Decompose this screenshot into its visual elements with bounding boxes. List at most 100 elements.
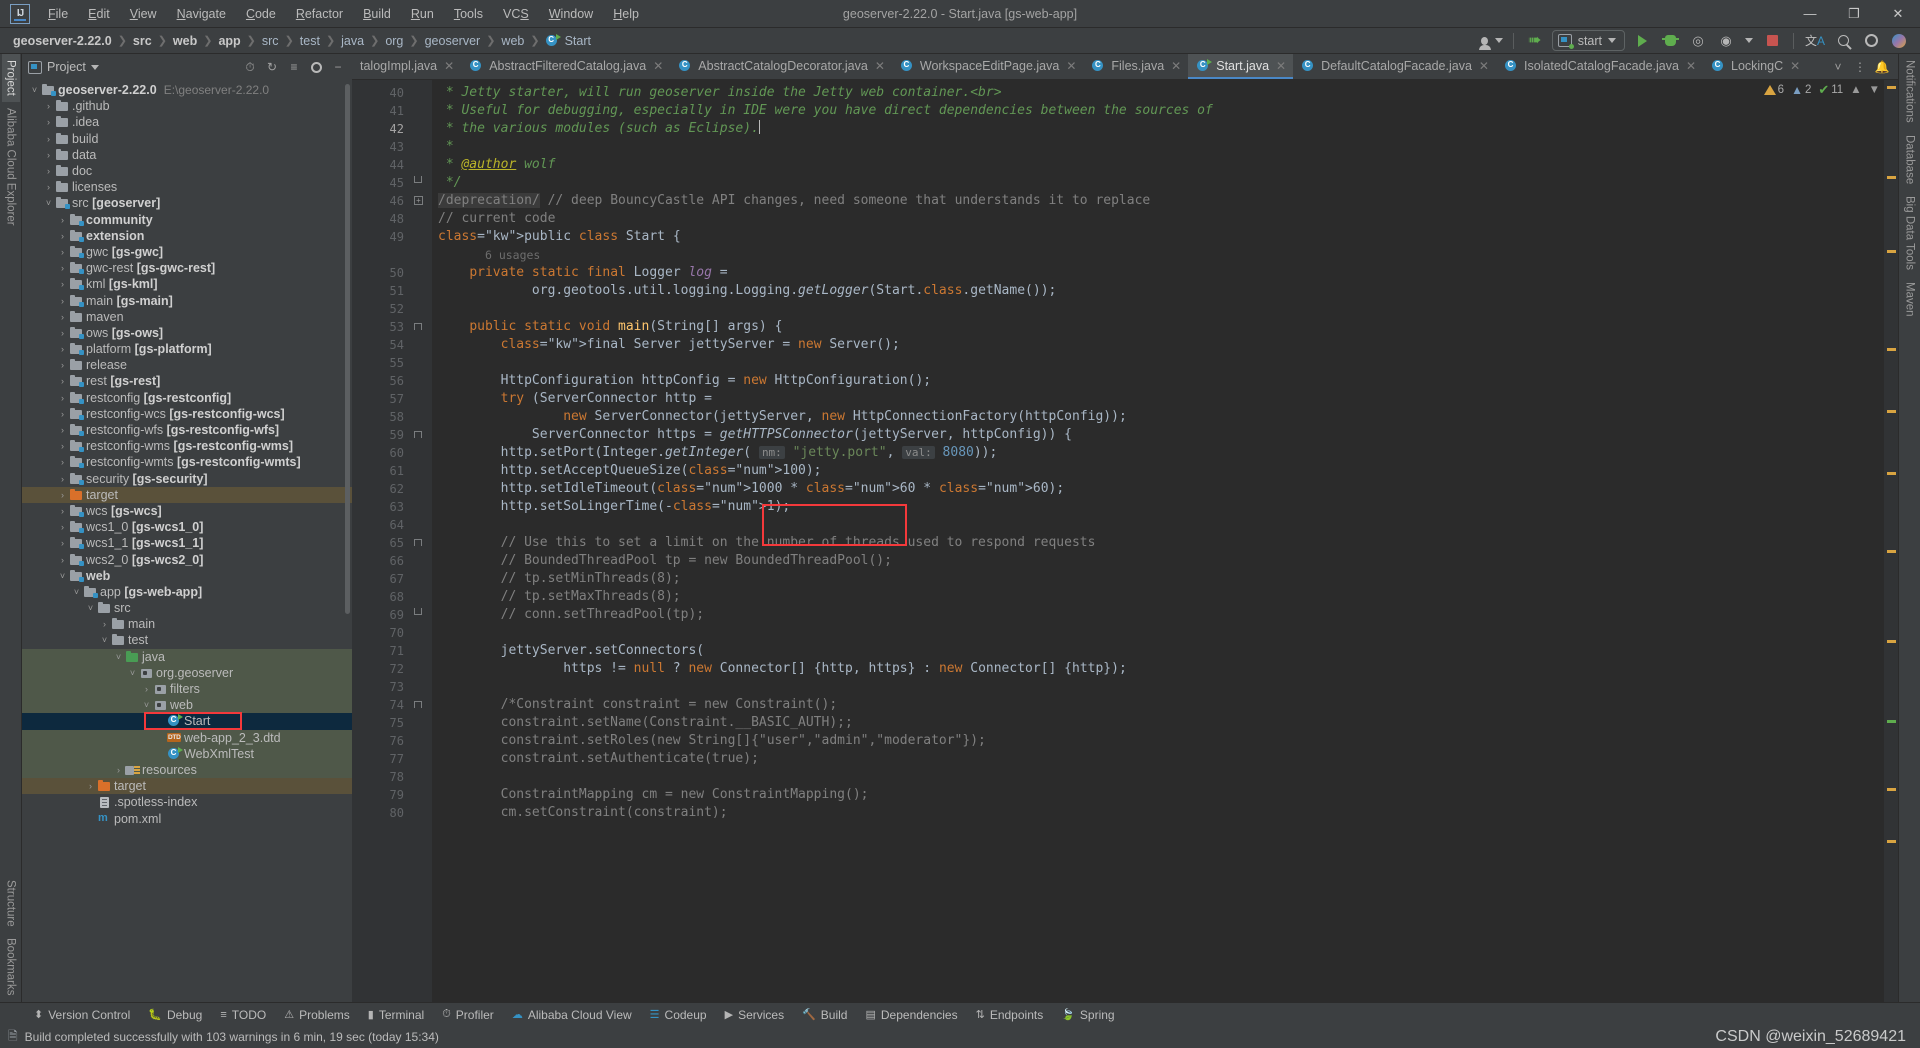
gutter-line-78[interactable]: 78 [352, 768, 410, 786]
breadcrumb-org[interactable]: org ❯ [380, 33, 419, 49]
menu-refactor[interactable]: Refactor [286, 4, 353, 24]
project-tree-scrollbar[interactable] [345, 84, 350, 614]
tree-node-doc[interactable]: › doc [22, 163, 352, 179]
tree-node-src[interactable]: ˅ src [22, 600, 352, 616]
green-arrow-up-icon[interactable]: ➠ [1524, 31, 1546, 51]
chevron-right-icon[interactable]: › [42, 182, 55, 192]
tree-node-rest[interactable]: › rest [gs-rest] [22, 373, 352, 389]
fold-marker[interactable] [410, 804, 432, 822]
chevron-down-icon[interactable]: ˅ [84, 603, 97, 613]
tree-node-web[interactable]: ˅ web [22, 697, 352, 714]
sidebar-item-structure[interactable]: Structure [2, 874, 20, 933]
tool-window-problems[interactable]: ⚠ Problems [276, 1006, 358, 1024]
chevron-down-icon[interactable]: ˅ [140, 700, 153, 710]
sidebar-item-maven[interactable]: Maven [1901, 276, 1919, 323]
editor-tab-abstractfilteredcatalog-java[interactable]: AbstractFilteredCatalog.java ✕ [461, 54, 670, 79]
tree-node-geoserver-2-22-0[interactable]: ˅ geoserver-2.22.0 E:\geoserver-2.22.0 [22, 82, 352, 98]
fold-marker[interactable] [410, 516, 432, 534]
sidebar-item-notifications[interactable]: Notifications [1901, 54, 1919, 129]
clock-icon[interactable]: ⏱ [240, 57, 260, 77]
window-controls[interactable]: — ❐ ✕ [1788, 0, 1920, 28]
close-button[interactable]: ✕ [1876, 0, 1920, 28]
close-icon[interactable]: ✕ [1479, 59, 1489, 73]
tree-node-app[interactable]: ˅ app [gs-web-app] [22, 584, 352, 600]
menu-file[interactable]: File [38, 4, 78, 24]
tool-window-services[interactable]: ▶ Services [717, 1006, 792, 1024]
breadcrumb-java[interactable]: java ❯ [336, 33, 380, 49]
error-stripe-mark[interactable] [1887, 250, 1896, 253]
fold-marker[interactable] [410, 768, 432, 786]
sidebar-item-database[interactable]: Database [1901, 129, 1919, 190]
run-icon[interactable] [1631, 31, 1653, 51]
fold-marker[interactable] [410, 120, 432, 138]
tree-node-wcs[interactable]: › wcs [gs-wcs] [22, 503, 352, 519]
tree-node-restconfig-wcs[interactable]: › restconfig-wcs [gs-restconfig-wcs] [22, 406, 352, 422]
tree-node-restconfig-wms[interactable]: › restconfig-wms [gs-restconfig-wms] [22, 438, 352, 454]
gutter-line-53[interactable]: 53 [352, 318, 424, 336]
gutter-line-67[interactable]: 67 [352, 570, 410, 588]
gutter-line-55[interactable]: 55 [352, 354, 410, 372]
ai-assistant-icon[interactable] [1888, 31, 1910, 51]
gutter-line-51[interactable]: 51 [352, 282, 410, 300]
chevron-right-icon[interactable]: › [56, 279, 69, 289]
tree-node-wcs1-0[interactable]: › wcs1_0 [gs-wcs1_0] [22, 519, 352, 535]
hide-icon[interactable]: − [328, 57, 348, 77]
chevron-right-icon[interactable]: › [56, 393, 69, 403]
tree-node-maven[interactable]: › maven [22, 309, 352, 325]
gutter-line-68[interactable]: 68 [352, 588, 410, 606]
tree-node-gwc-rest[interactable]: › gwc-rest [gs-gwc-rest] [22, 260, 352, 276]
close-icon[interactable]: ✕ [444, 59, 454, 73]
collapse-fold-icon[interactable] [414, 323, 422, 330]
breadcrumb-geoserver-pkg[interactable]: geoserver ❯ [420, 33, 497, 49]
tree-node-security[interactable]: › security [gs-security] [22, 471, 352, 487]
error-stripe-mark[interactable] [1887, 410, 1896, 413]
editor-tab-start-java[interactable]: Start.java ✕ [1188, 54, 1294, 79]
gutter-line-50[interactable]: 50 [352, 264, 410, 282]
fold-end-icon[interactable] [414, 176, 422, 183]
chevron-right-icon[interactable]: › [56, 247, 69, 257]
chevron-down-icon[interactable]: ˅ [42, 198, 55, 208]
run-configuration-selector[interactable]: start [1551, 30, 1625, 51]
settings-gear-icon[interactable] [1860, 31, 1882, 51]
gutter-line-48[interactable]: 48 [352, 210, 410, 228]
fold-marker[interactable]: + [410, 192, 432, 210]
gutter-line-blank[interactable] [352, 246, 410, 264]
chevron-right-icon[interactable]: › [56, 312, 69, 322]
fold-marker[interactable] [410, 624, 432, 642]
chevron-right-icon[interactable]: › [56, 457, 69, 467]
tree-node-gwc[interactable]: › gwc [gs-gwc] [22, 244, 352, 260]
editor-tab-lockingc[interactable]: LockingC ✕ [1703, 54, 1807, 79]
fold-marker[interactable] [410, 552, 432, 570]
fold-marker[interactable] [410, 732, 432, 750]
close-icon[interactable]: ✕ [1171, 59, 1181, 73]
tree-node-platform[interactable]: › platform [gs-platform] [22, 341, 352, 357]
tree-node-community[interactable]: › community [22, 212, 352, 228]
chevron-right-icon[interactable]: › [56, 522, 69, 532]
error-stripe-mark[interactable] [1887, 840, 1896, 843]
menu-tools[interactable]: Tools [444, 4, 493, 24]
editor-tab-abstractcatalogdecorator-java[interactable]: AbstractCatalogDecorator.java ✕ [670, 54, 892, 79]
tree-node-target[interactable]: › target [22, 778, 352, 795]
chevron-right-icon[interactable]: › [56, 263, 69, 273]
gutter-line-73[interactable]: 73 [352, 678, 410, 696]
tree-node-org-geoserver[interactable]: ˅ org.geoserver [22, 664, 352, 681]
minimize-button[interactable]: — [1788, 0, 1832, 28]
breadcrumb-geoserver[interactable]: geoserver-2.22.0 ❯ [8, 33, 128, 49]
error-stripe-mark[interactable] [1887, 640, 1896, 643]
gutter-line-76[interactable]: 76 [352, 732, 410, 750]
tool-window-endpoints[interactable]: ⇅ Endpoints [968, 1006, 1052, 1024]
warning-count[interactable]: 6 [1763, 84, 1784, 96]
fold-marker[interactable] [410, 426, 432, 444]
tree-node-test[interactable]: ˅ test [22, 632, 352, 648]
breadcrumb-web[interactable]: web ❯ [168, 33, 214, 49]
tree-node-extension[interactable]: › extension [22, 228, 352, 244]
gutter-line-41[interactable]: 41 [352, 102, 410, 120]
breadcrumb-start-class[interactable]: Start [541, 33, 596, 49]
collapse-fold-icon[interactable] [414, 431, 422, 438]
gutter-line-61[interactable]: 61 [352, 462, 410, 480]
tree-node-data[interactable]: › data [22, 147, 352, 163]
fold-marker[interactable] [410, 210, 432, 228]
expand-fold-icon[interactable]: + [414, 196, 423, 205]
tree-node-web-app-2-3-dtd[interactable]: web-app_2_3.dtd [22, 729, 352, 746]
maximize-button[interactable]: ❐ [1832, 0, 1876, 28]
